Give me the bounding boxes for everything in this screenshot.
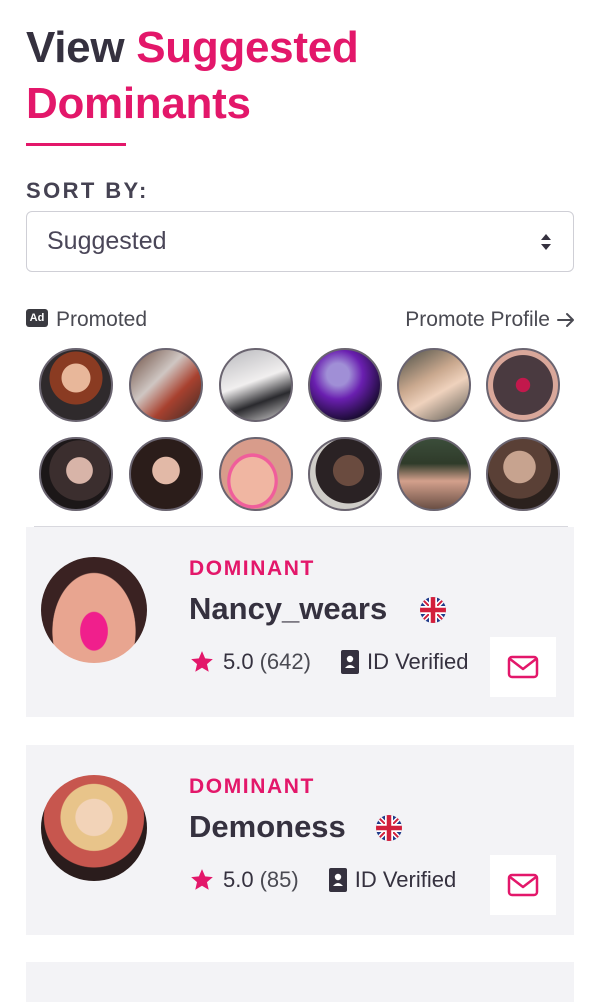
uk-flag-icon	[376, 815, 402, 841]
promoted-avatar[interactable]	[308, 437, 382, 511]
profile-stats: 5.0 (642) ID Verified	[189, 649, 468, 675]
arrow-right-icon	[557, 313, 574, 327]
promoted-avatar[interactable]	[219, 437, 293, 511]
profile-name[interactable]: Demoness	[189, 809, 346, 845]
title-dominants: Dominants	[26, 79, 251, 128]
promoted-header: Ad Promoted Promote Profile	[26, 306, 576, 334]
promoted-avatar[interactable]	[129, 348, 203, 422]
message-button[interactable]	[490, 637, 556, 697]
profile-role: DOMINANT	[189, 775, 315, 798]
sort-select[interactable]: Suggested	[26, 211, 574, 272]
promoted-avatar[interactable]	[308, 348, 382, 422]
promoted-avatar[interactable]	[486, 437, 560, 511]
promoted-label: Promoted	[56, 308, 148, 331]
promote-profile-link[interactable]: Promote Profile	[405, 306, 576, 334]
promoted-avatar[interactable]	[486, 348, 560, 422]
promoted-avatar[interactable]	[397, 437, 471, 511]
star-icon	[191, 651, 213, 672]
promoted-avatar[interactable]	[219, 348, 293, 422]
profile-review-count: (85)	[259, 867, 299, 892]
promoted-avatar[interactable]	[39, 348, 113, 422]
promoted-avatar[interactable]	[397, 348, 471, 422]
promoted-avatar[interactable]	[129, 437, 203, 511]
profile-card-partial[interactable]	[26, 962, 574, 1002]
profile-rating: 5.0	[223, 867, 254, 892]
id-verified-badge: ID Verified	[328, 867, 457, 893]
ad-badge: Ad	[26, 309, 48, 327]
profile-stats: 5.0 (85) ID Verified	[189, 867, 456, 893]
message-button[interactable]	[490, 855, 556, 915]
id-verified-label: ID Verified	[354, 867, 457, 892]
envelope-icon	[507, 655, 539, 679]
title-suggested: Suggested	[136, 23, 359, 72]
star-icon	[191, 869, 213, 890]
sort-selected-value: Suggested	[47, 227, 167, 255]
promote-profile-label: Promote Profile	[405, 308, 550, 331]
promoted-avatar[interactable]	[39, 437, 113, 511]
sort-arrows-icon	[541, 233, 551, 250]
title-view: View	[26, 23, 125, 72]
profile-rating: 5.0	[223, 649, 254, 674]
sort-label: SORT BY:	[26, 178, 149, 203]
profile-review-count: (642)	[259, 649, 311, 674]
profile-avatar[interactable]	[41, 775, 147, 881]
profile-card[interactable]: DOMINANT Demoness 5.0 (85) ID Verified	[26, 745, 574, 935]
profile-avatar[interactable]	[41, 557, 147, 663]
profile-role: DOMINANT	[189, 557, 315, 580]
envelope-icon	[507, 873, 539, 897]
profile-name[interactable]: Nancy_wears	[189, 591, 387, 627]
uk-flag-icon	[420, 597, 446, 623]
profile-card[interactable]: DOMINANT Nancy_wears 5.0 (642) ID Verifi…	[26, 527, 574, 717]
title-underline	[26, 143, 126, 146]
page-title: View Suggested Dominants	[26, 20, 359, 132]
id-badge-icon	[328, 868, 347, 892]
id-verified-badge: ID Verified	[340, 649, 469, 675]
id-badge-icon	[340, 650, 359, 674]
id-verified-label: ID Verified	[366, 649, 469, 674]
